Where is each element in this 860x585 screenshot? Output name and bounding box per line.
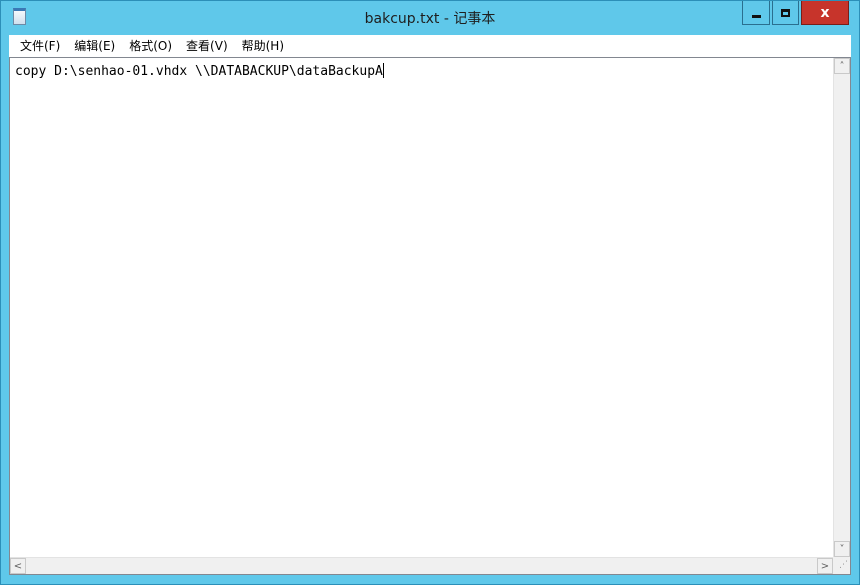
menu-edit[interactable]: 编辑(E) (67, 35, 122, 57)
close-icon: x (820, 4, 830, 21)
menu-help[interactable]: 帮助(H) (235, 35, 291, 57)
maximize-button[interactable] (772, 1, 799, 25)
text-caret (382, 63, 384, 78)
menu-format[interactable]: 格式(O) (122, 35, 179, 57)
scroll-left-button[interactable]: < (10, 558, 26, 574)
maximize-icon (781, 8, 790, 17)
menu-bar: 文件(F) 编辑(E) 格式(O) 查看(V) 帮助(H) (9, 35, 851, 57)
close-button[interactable]: x (801, 1, 849, 25)
vertical-scrollbar[interactable]: ˄ ˅ (833, 58, 850, 557)
window-title: bakcup.txt - 记事本 (364, 11, 496, 27)
chevron-up-icon: ˄ (839, 60, 845, 72)
chevron-down-icon: ˅ (839, 543, 845, 555)
text-editor[interactable]: copy D:\senhao-01.vhdx \\DATABACKUP\data… (9, 57, 851, 575)
editor-content-line[interactable]: copy D:\senhao-01.vhdx \\DATABACKUP\data… (15, 63, 384, 80)
horizontal-scrollbar[interactable]: < > (10, 557, 833, 574)
minimize-icon (751, 15, 761, 18)
scroll-down-button[interactable]: ˅ (834, 541, 850, 557)
editor-text: copy D:\senhao-01.vhdx \\DATABACKUP\data… (15, 64, 383, 79)
menu-file[interactable]: 文件(F) (13, 35, 67, 57)
scroll-right-button[interactable]: > (817, 558, 833, 574)
resize-grip-icon[interactable]: ⋰ (833, 557, 850, 574)
scroll-up-button[interactable]: ˄ (834, 58, 850, 74)
menu-view[interactable]: 查看(V) (179, 35, 235, 57)
title-bar[interactable]: bakcup.txt - 记事本 x (1, 1, 859, 34)
chevron-right-icon: > (820, 560, 830, 572)
chevron-left-icon: < (13, 560, 23, 572)
notepad-window: bakcup.txt - 记事本 x 文件(F) 编辑(E) 格式(O) 查看(… (0, 0, 860, 585)
minimize-button[interactable] (742, 1, 770, 25)
